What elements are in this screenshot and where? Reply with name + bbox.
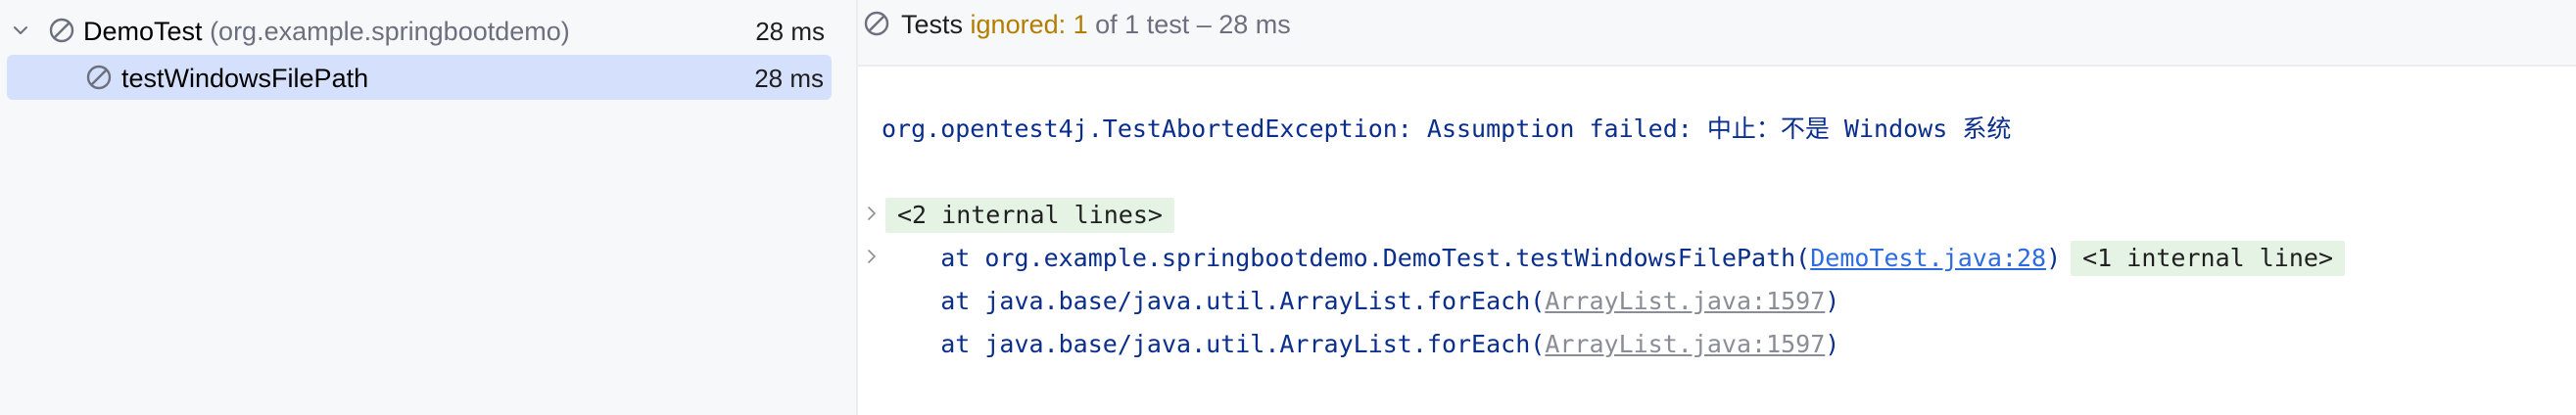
- stack-trace-text: ): [2046, 244, 2062, 272]
- test-duration: 28 ms: [754, 64, 824, 93]
- chevron-right-icon[interactable]: [864, 206, 880, 221]
- exception-message: org.opentest4j.TestAbortedException: Ass…: [882, 115, 2012, 143]
- stack-trace-line: at org.example.springbootdemo.DemoTest.t…: [882, 241, 2345, 276]
- status-summary: Tests ignored: 1 of 1 test – 28 ms: [901, 10, 1291, 39]
- internal-lines-fold[interactable]: <2 internal lines>: [885, 198, 1174, 233]
- test-method-name: testWindowsFilePath: [121, 64, 369, 93]
- status-prefix: Tests: [901, 10, 964, 39]
- status-ignored-count: ignored: 1: [970, 10, 1088, 39]
- console-output[interactable]: org.opentest4j.TestAbortedException: Ass…: [858, 69, 2576, 415]
- ignored-status-icon: [864, 11, 889, 36]
- chevron-down-icon[interactable]: [12, 22, 29, 39]
- ignored-status-icon: [86, 65, 112, 90]
- source-link[interactable]: DemoTest.java:28: [1810, 241, 2046, 276]
- stack-trace-text: ): [1825, 287, 1840, 315]
- tree-node-testwindowsfilepath[interactable]: testWindowsFilePath 28 ms: [7, 55, 832, 100]
- stack-trace-line: at java.base/java.util.ArrayList.forEach…: [882, 327, 1839, 362]
- tree-node-demotest[interactable]: DemoTest (org.example.springbootdemo) 28…: [0, 8, 856, 53]
- internal-line-fold[interactable]: <1 internal line>: [2071, 241, 2345, 276]
- status-rest: of 1 test – 28 ms: [1095, 10, 1291, 39]
- tree-node-label: DemoTest (org.example.springbootdemo): [83, 18, 570, 45]
- source-link[interactable]: ArrayList.java:1597: [1545, 284, 1825, 319]
- test-duration: 28 ms: [755, 17, 825, 46]
- stack-trace-text: at org.example.springbootdemo.DemoTest.t…: [882, 244, 1811, 272]
- test-class-package: (org.example.springbootdemo): [210, 17, 570, 46]
- stack-trace-text: at java.base/java.util.ArrayList.forEach…: [882, 287, 1546, 315]
- internal-lines-row[interactable]: <2 internal lines>: [885, 198, 1174, 233]
- test-status-bar: Tests ignored: 1 of 1 test – 28 ms: [858, 0, 2576, 67]
- chevron-right-icon[interactable]: [864, 249, 880, 264]
- source-link[interactable]: ArrayList.java:1597: [1545, 327, 1825, 362]
- test-tree-pane: DemoTest (org.example.springbootdemo) 28…: [0, 0, 856, 415]
- stack-trace-text: ): [1825, 330, 1840, 358]
- ignored-status-icon: [49, 18, 74, 43]
- test-class-name: DemoTest: [83, 17, 203, 46]
- stack-trace-line: at java.base/java.util.ArrayList.forEach…: [882, 284, 1839, 319]
- stack-trace-text: at java.base/java.util.ArrayList.forEach…: [882, 330, 1546, 358]
